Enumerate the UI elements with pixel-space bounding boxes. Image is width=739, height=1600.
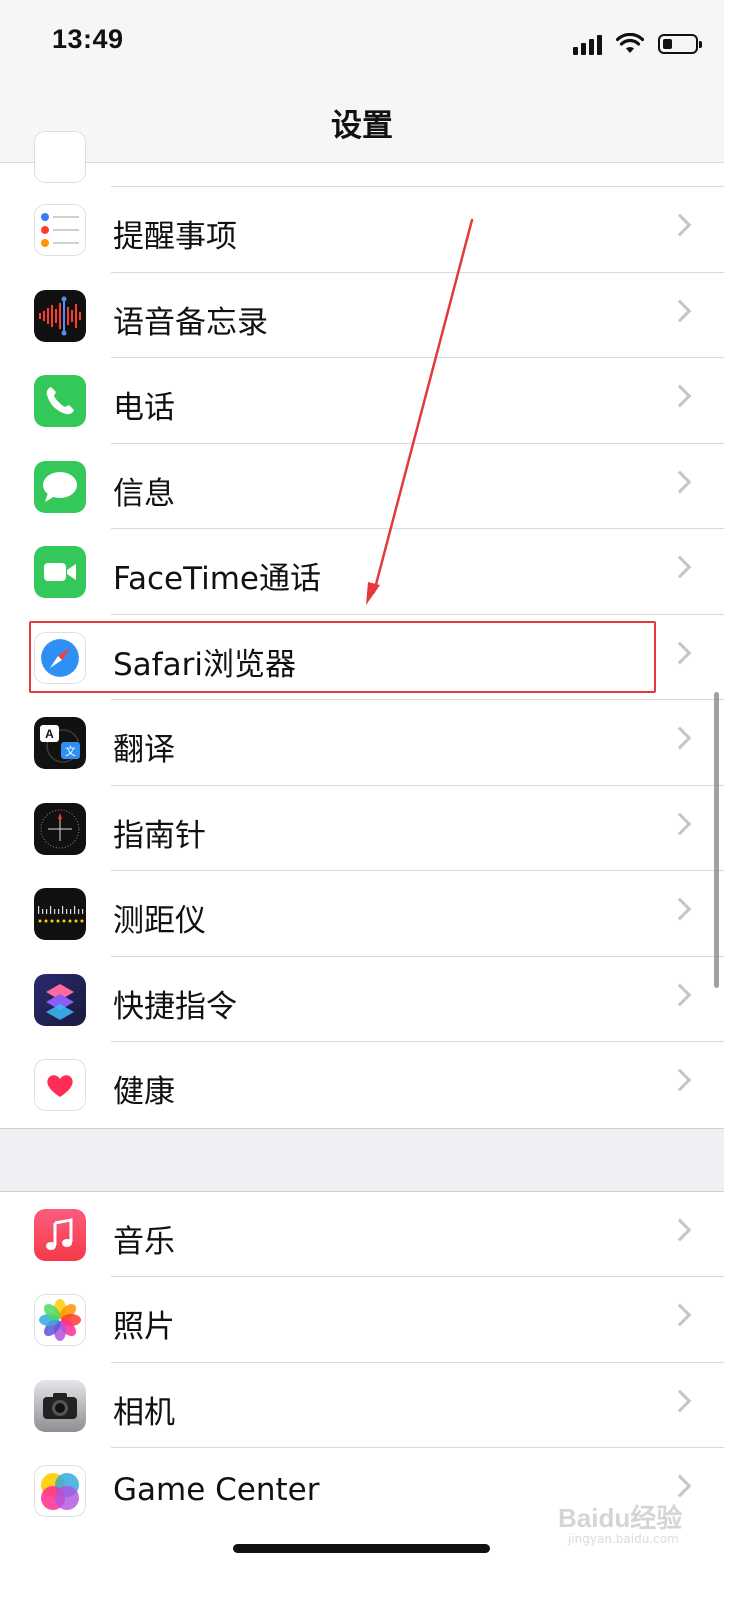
camera-icon	[34, 1379, 86, 1432]
baidu-watermark: Baidu经验 jingyan.baidu.com	[558, 1488, 698, 1548]
chevron-right-icon	[668, 1303, 692, 1327]
chevron-right-icon	[668, 1218, 692, 1241]
settings-row-label: 相机	[113, 1394, 175, 1431]
settings-row-label: 健康	[113, 1074, 175, 1110]
music-icon	[34, 1208, 86, 1261]
chevron-right-icon	[668, 641, 692, 664]
health-icon	[34, 1059, 86, 1111]
settings-row-label: 提醒事项	[113, 219, 237, 255]
settings-row-label: 信息	[113, 475, 175, 512]
settings-row-label: Game Center	[113, 1472, 320, 1508]
home-indicator[interactable]	[233, 1544, 490, 1553]
settings-row-measure[interactable]: 测距仪	[0, 871, 724, 957]
facetime-icon	[34, 546, 86, 598]
settings-row-music[interactable]: 音乐	[0, 1191, 724, 1277]
settings-row-phone[interactable]: 电话	[0, 358, 724, 444]
settings-row-photos[interactable]: 照片	[0, 1277, 724, 1363]
game-center-icon	[34, 1465, 86, 1517]
status-time: 13:49	[52, 24, 124, 54]
settings-row-camera[interactable]: 相机	[0, 1362, 724, 1448]
messages-icon	[34, 460, 86, 513]
settings-row-label: 电话	[113, 390, 175, 426]
phone-icon	[34, 375, 86, 427]
chevron-right-icon	[668, 1389, 692, 1412]
settings-row-compass[interactable]: 指南针	[0, 785, 724, 871]
settings-row-label: 翻译	[113, 732, 175, 768]
settings-row-partial[interactable]	[0, 131, 724, 187]
watermark-sub: jingyan.baidu.com	[568, 1532, 679, 1546]
settings-row-facetime[interactable]: FaceTime通话	[0, 529, 724, 615]
settings-row-label: FaceTime通话	[113, 561, 321, 597]
chevron-right-icon	[668, 470, 692, 493]
safari-highlight-box	[29, 621, 656, 693]
settings-row-label: 测距仪	[113, 903, 206, 939]
settings-row-voice-memos[interactable]: 语音备忘录	[0, 272, 724, 358]
chevron-right-icon	[668, 726, 692, 750]
chevron-right-icon	[668, 897, 692, 921]
voice-memos-icon	[34, 289, 86, 342]
chevron-right-icon	[668, 812, 692, 835]
cellular-signal-icon	[573, 33, 602, 55]
settings-screen: 13:49 设置 提醒事项 语音备忘录 电话 信息 FaceTime通话 Safari浏览…	[0, 0, 724, 1600]
settings-row-messages[interactable]: 信息	[0, 443, 724, 529]
scrollbar[interactable]	[714, 692, 719, 988]
battery-icon	[658, 34, 702, 54]
wifi-icon	[616, 33, 644, 53]
screen-edge	[724, 0, 739, 1600]
settings-row-reminders[interactable]: 提醒事项	[0, 187, 724, 273]
chevron-right-icon	[668, 299, 692, 322]
group-separator	[0, 1127, 724, 1192]
shortcuts-icon	[34, 973, 86, 1026]
settings-row-label: 快捷指令	[113, 988, 237, 1025]
settings-row-label: 指南针	[113, 817, 206, 854]
translate-icon: A文	[34, 717, 86, 769]
svg-text:A: A	[45, 727, 54, 741]
top-bar: 13:49 设置	[0, 0, 724, 163]
settings-row-shortcuts[interactable]: 快捷指令	[0, 956, 724, 1042]
watermark-text: Baidu经验	[558, 1503, 683, 1533]
settings-row-label: 照片	[113, 1309, 175, 1345]
settings-row-health[interactable]: 健康	[0, 1042, 724, 1128]
chevron-right-icon	[668, 213, 692, 237]
settings-row-label: 音乐	[113, 1223, 175, 1260]
compass-icon	[34, 802, 86, 855]
measure-icon	[34, 888, 86, 940]
chevron-right-icon	[668, 1068, 692, 1092]
chevron-right-icon	[668, 983, 692, 1006]
settings-row-label: 语音备忘录	[113, 304, 268, 341]
chevron-right-icon	[668, 555, 692, 579]
settings-list[interactable]: 提醒事项 语音备忘录 电话 信息 FaceTime通话 Safari浏览器 A 文翻译 指南针测…	[0, 131, 724, 1534]
settings-row-translate[interactable]: A 文翻译	[0, 700, 724, 786]
reminders-icon	[34, 204, 86, 256]
page-title: 设置	[331, 108, 393, 144]
status-icons	[573, 30, 702, 58]
partial-app-icon	[34, 131, 86, 183]
chevron-right-icon	[668, 384, 692, 408]
settings-group-media: 音乐照片相机 Game Center	[0, 1191, 724, 1534]
photos-icon	[34, 1294, 86, 1346]
svg-text:文: 文	[65, 744, 76, 758]
